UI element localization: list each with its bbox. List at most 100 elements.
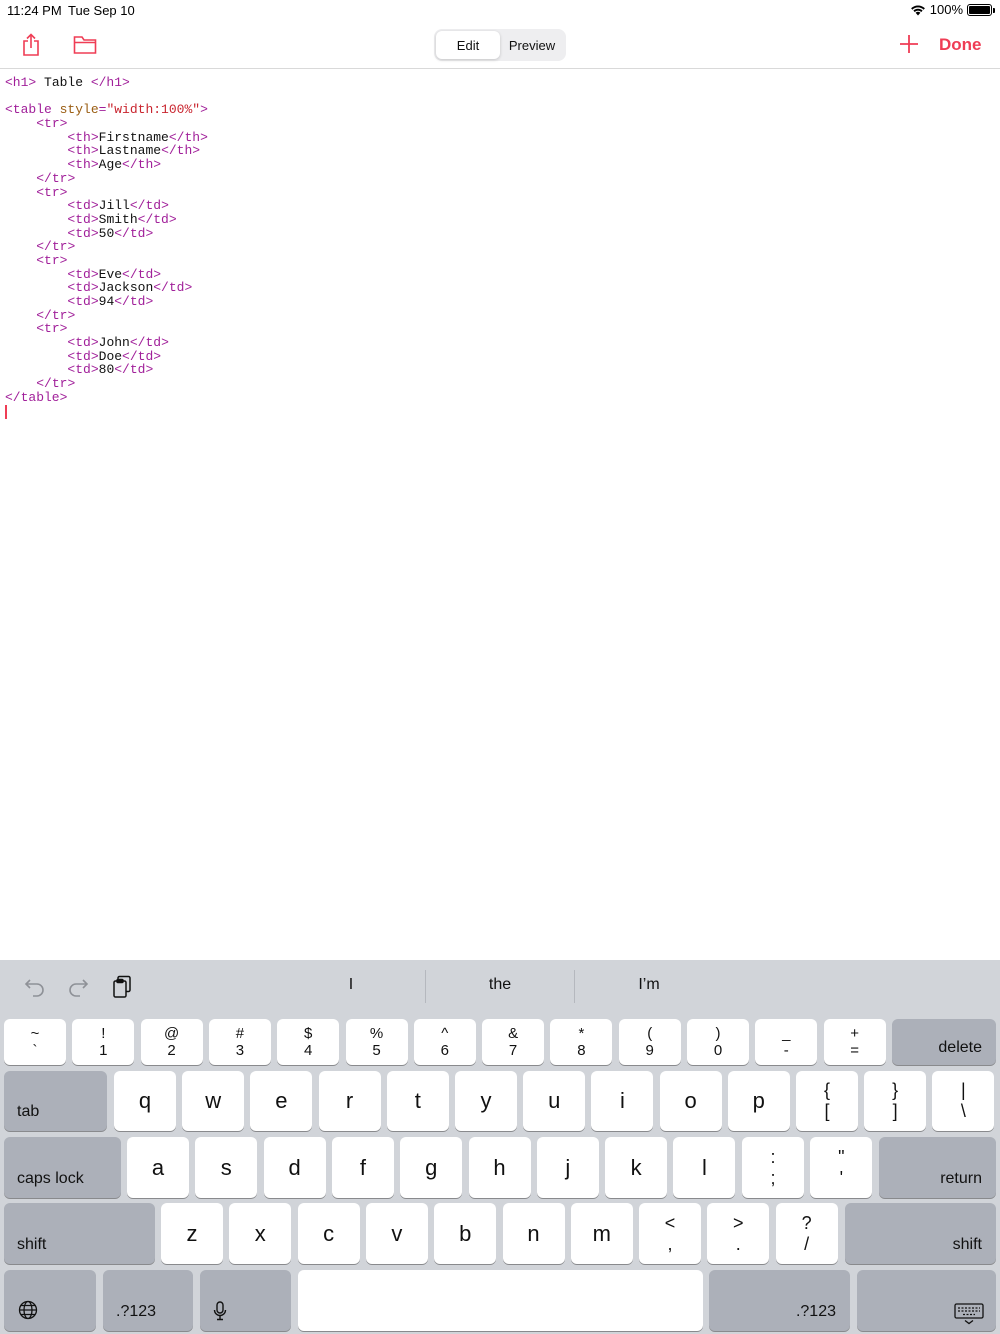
key-j[interactable]: j <box>536 1137 599 1198</box>
shift-key-left[interactable]: shift <box>4 1203 155 1264</box>
key-e[interactable]: e <box>250 1071 313 1131</box>
key-number-0[interactable]: ~ ` <box>4 1019 66 1065</box>
key-bottom-symbol: 2 <box>167 1042 176 1059</box>
tab-preview[interactable]: Preview <box>500 31 564 59</box>
key-symbol-a-0[interactable]: :; <box>742 1137 804 1198</box>
key-a[interactable]: a <box>127 1137 189 1198</box>
key-s[interactable]: s <box>195 1137 258 1198</box>
key-bottom-symbol: - <box>783 1042 789 1059</box>
key-u[interactable]: u <box>523 1071 586 1131</box>
key-symbol-z-1[interactable]: >. <box>707 1203 770 1264</box>
code-line: </table> <box>5 389 68 405</box>
paste-icon[interactable] <box>109 974 135 1000</box>
key-top-symbol: + <box>850 1025 859 1042</box>
code-line: </tr> <box>36 239 76 255</box>
share-icon[interactable] <box>16 30 46 60</box>
delete-key[interactable]: delete <box>892 1019 996 1065</box>
key-f[interactable]: f <box>331 1137 394 1198</box>
tab-edit[interactable]: Edit <box>436 31 500 59</box>
numbers-key-left[interactable]: .?123 <box>103 1270 193 1331</box>
key-number-5[interactable]: % 5 <box>345 1019 408 1065</box>
key-g[interactable]: g <box>400 1137 463 1198</box>
key-r[interactable]: r <box>318 1071 381 1131</box>
key-c[interactable]: c <box>297 1203 360 1264</box>
key-z[interactable]: z <box>161 1203 223 1264</box>
code-editor[interactable]: <h1> Table </h1> <table style="width:100%… <box>0 70 1000 960</box>
key-w[interactable]: w <box>182 1071 245 1131</box>
key-y[interactable]: y <box>455 1071 517 1131</box>
done-button[interactable]: Done <box>939 35 982 55</box>
key-m[interactable]: m <box>570 1203 633 1264</box>
code-line: <tr> <box>36 116 68 132</box>
key-number-9[interactable]: (9 <box>618 1019 681 1065</box>
key-label: x <box>254 1220 266 1246</box>
key-x[interactable]: x <box>229 1203 292 1264</box>
suggestion-2[interactable]: the <box>425 976 575 994</box>
key-symbol-z-2[interactable]: ? / <box>775 1203 838 1264</box>
numbers-key-label: .?123 <box>795 1303 836 1320</box>
key-bottom-symbol: 4 <box>304 1042 313 1059</box>
plus-icon[interactable] <box>897 32 921 56</box>
battery-percent: 100% <box>929 2 963 17</box>
key-l[interactable]: l <box>673 1137 736 1198</box>
suggestion-3[interactable]: I’m <box>574 976 724 994</box>
key-bottom-symbol: ' <box>839 1167 844 1188</box>
key-b[interactable]: b <box>434 1203 497 1264</box>
key-v[interactable]: v <box>365 1203 428 1264</box>
numbers-key-right[interactable]: .?123 <box>709 1270 850 1331</box>
globe-icon <box>18 1300 38 1320</box>
hide-keyboard-key[interactable] <box>857 1270 996 1331</box>
globe-key[interactable] <box>4 1270 96 1331</box>
suggestion-1[interactable]: I <box>276 976 426 994</box>
key-top-symbol: & <box>508 1025 519 1042</box>
key-d[interactable]: d <box>263 1137 326 1198</box>
key-number-8[interactable]: * 8 <box>550 1019 613 1065</box>
key-k[interactable]: k <box>605 1137 668 1198</box>
key-symbol-q-2[interactable]: | \ <box>932 1071 995 1131</box>
key-symbol-a-1[interactable]: " ' <box>810 1137 873 1198</box>
key-symbol-z-0[interactable]: <, <box>639 1203 701 1264</box>
key-symbol-q-1[interactable]: }] <box>864 1071 927 1131</box>
key-bottom-symbol: 8 <box>577 1042 586 1059</box>
return-key-label: return <box>940 1170 982 1187</box>
dictation-key[interactable] <box>200 1270 291 1331</box>
key-n[interactable]: n <box>502 1203 565 1264</box>
key-o[interactable]: o <box>659 1071 722 1131</box>
caps-lock-key[interactable]: caps lock <box>4 1137 121 1198</box>
key-q[interactable]: q <box>114 1071 176 1131</box>
key-number-7[interactable]: & 7 <box>482 1019 545 1065</box>
shift-key-right[interactable]: shift <box>845 1203 996 1264</box>
key-number-2[interactable]: @2 <box>140 1019 203 1065</box>
key-i[interactable]: i <box>591 1071 654 1131</box>
undo-icon[interactable] <box>22 974 48 1000</box>
key-number-10[interactable]: ) 0 <box>687 1019 749 1065</box>
key-number-3[interactable]: #3 <box>208 1019 271 1065</box>
key-symbol-q-0[interactable]: {[ <box>796 1071 858 1131</box>
return-key[interactable]: return <box>879 1137 996 1198</box>
code-line: <td>94</td> <box>67 294 154 309</box>
keyboard-hide-icon <box>954 1303 984 1325</box>
key-p[interactable]: p <box>727 1071 790 1131</box>
key-h[interactable]: h <box>468 1137 531 1198</box>
key-number-1[interactable]: ! 1 <box>72 1019 135 1065</box>
key-number-4[interactable]: $4 <box>277 1019 340 1065</box>
tab-key[interactable]: tab <box>4 1071 107 1131</box>
key-number-12[interactable]: + = <box>823 1019 886 1065</box>
code-line: <tr> <box>36 321 68 337</box>
key-label: j <box>565 1154 571 1180</box>
space-key[interactable] <box>298 1270 703 1331</box>
key-number-11[interactable]: _ - <box>755 1019 818 1065</box>
key-label: a <box>151 1154 165 1180</box>
key-top-symbol: | <box>961 1080 966 1100</box>
redo-icon[interactable] <box>65 974 91 1000</box>
folder-icon[interactable] <box>70 30 100 60</box>
key-top-symbol: > <box>733 1212 744 1233</box>
key-bottom-symbol: , <box>667 1233 673 1254</box>
key-label: s <box>220 1154 232 1180</box>
key-top-symbol: } <box>892 1080 899 1100</box>
code-line: <td>Doe</td> <box>67 348 162 364</box>
key-number-6[interactable]: ^ 6 <box>413 1019 476 1065</box>
key-top-symbol: ^ <box>441 1025 449 1042</box>
code-line: <td>Jill</td> <box>67 198 169 214</box>
key-t[interactable]: t <box>386 1071 449 1131</box>
